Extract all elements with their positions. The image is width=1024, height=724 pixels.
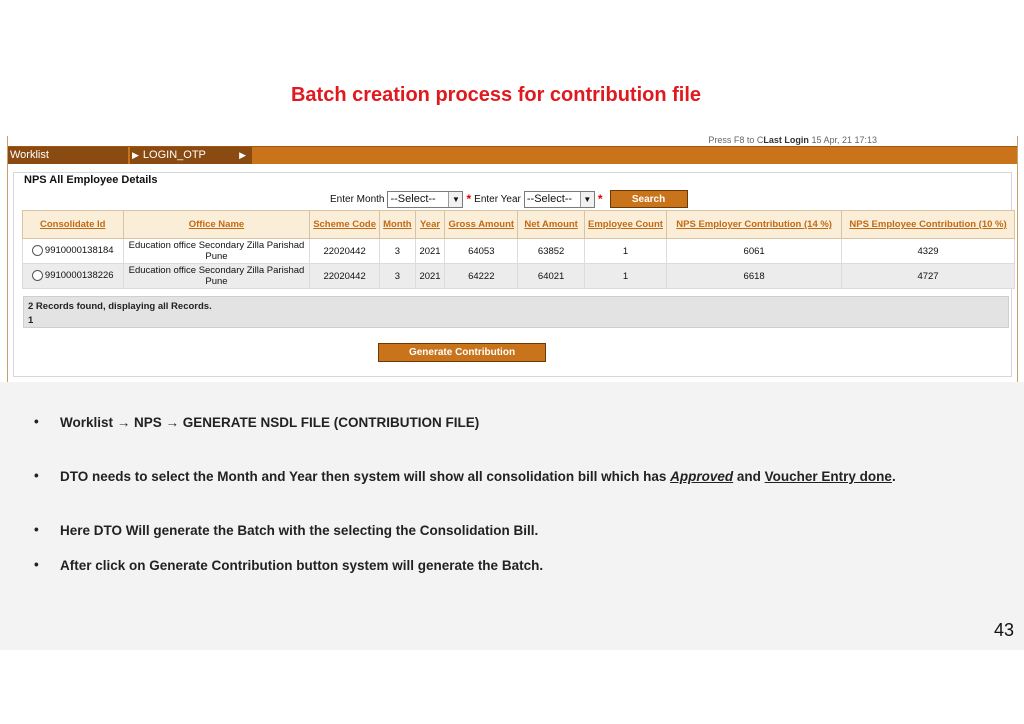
table-header-row: Consolidate Id Office Name Scheme Code M…	[22, 210, 1015, 239]
cell-year: 2021	[414, 263, 446, 289]
bullet-dot: •	[34, 557, 39, 572]
cell-employer-contribution: 6061	[666, 238, 843, 264]
menu-worklist[interactable]: Worklist	[8, 147, 128, 164]
cell-employee-count: 1	[583, 238, 668, 264]
cell-office-name: Education office Secondary Zilla Parisha…	[122, 263, 311, 289]
cell-month: 3	[378, 263, 416, 289]
cell-month: 3	[378, 238, 416, 264]
cell-consolidate-id: 9910000138226	[22, 263, 124, 289]
slide-title: Batch creation process for contribution …	[290, 84, 702, 106]
cell-employer-contribution: 6618	[666, 263, 843, 289]
month-label: Enter Month	[330, 193, 385, 205]
last-login-value: 15 Apr, 21 17:13	[811, 136, 877, 145]
table-row: 9910000138184 Education office Secondary…	[22, 238, 1015, 264]
cell-gross-amount: 64053	[444, 238, 519, 264]
col-month[interactable]: Month	[378, 210, 416, 239]
filter-row: Enter Month --Select-- ▼ * Enter Year --…	[330, 189, 688, 209]
pagination-page[interactable]: 1	[28, 314, 1004, 328]
col-net-amount[interactable]: Net Amount	[517, 210, 585, 239]
menu-login-otp[interactable]: ▶ LOGIN_OTP ▶	[130, 147, 252, 164]
cell-gross-amount: 64222	[444, 263, 519, 289]
cell-consolidate-id: 9910000138184	[22, 238, 124, 264]
nps-details-panel: NPS All Employee Details Enter Month --S…	[13, 172, 1015, 377]
app-screenshot: Press F8 to CLast Login 15 Apr, 21 17:13…	[7, 136, 1018, 382]
col-office-name[interactable]: Office Name	[122, 210, 311, 239]
cell-net-amount: 64021	[517, 263, 585, 289]
cell-scheme-code: 22020442	[309, 263, 380, 289]
bullet-dot: •	[34, 414, 39, 429]
page-number: 43	[993, 620, 1014, 640]
col-year[interactable]: Year	[414, 210, 446, 239]
generate-contribution-button[interactable]: Generate Contribution	[378, 343, 546, 362]
col-employee-contribution[interactable]: NPS Employee Contribution (10 %)	[841, 210, 1015, 239]
menu-login-otp-label: LOGIN_OTP	[142, 149, 206, 161]
col-scheme-code[interactable]: Scheme Code	[309, 210, 380, 239]
employee-table: Consolidate Id Office Name Scheme Code M…	[22, 210, 1015, 289]
row-radio[interactable]	[31, 245, 43, 257]
menu-bar: Worklist ▶ LOGIN_OTP ▶	[8, 146, 1017, 164]
cell-net-amount: 63852	[517, 238, 585, 264]
f8-hint: Press F8 to C	[708, 136, 764, 145]
consolidate-id-value: 9910000138184	[44, 245, 114, 257]
arrow-right-icon: ▶	[239, 150, 246, 160]
bullet-text-part: DTO needs to select the Month and Year t…	[60, 469, 671, 484]
arrow-right-icon: ▶	[132, 150, 139, 160]
search-button[interactable]: Search	[609, 190, 688, 208]
cell-employee-count: 1	[583, 263, 668, 289]
bullet-text: After click on Generate Contribution but…	[60, 558, 544, 573]
year-select-value: --Select--	[526, 193, 573, 205]
cell-office-name: Education office Secondary Zilla Parisha…	[122, 238, 311, 264]
chevron-down-icon: ▼	[579, 191, 594, 207]
col-consolidate-id[interactable]: Consolidate Id	[22, 210, 124, 239]
consolidate-id-value: 9910000138226	[44, 270, 114, 282]
row-radio[interactable]	[31, 270, 43, 282]
bullet-dot: •	[34, 468, 39, 483]
year-label: Enter Year	[474, 193, 521, 205]
panel-title: NPS All Employee Details	[24, 174, 158, 186]
month-select[interactable]: --Select-- ▼	[387, 190, 464, 208]
cell-scheme-code: 22020442	[309, 238, 380, 264]
bullet-text: DTO needs to select the Month and Year t…	[60, 468, 964, 486]
instructions-section: • Worklist → NPS → GENERATE NSDL FILE (C…	[0, 382, 1024, 650]
bullet-dot: •	[34, 522, 39, 537]
records-found-text: 2 Records found, displaying all Records.	[28, 301, 212, 312]
records-summary: 2 Records found, displaying all Records.…	[23, 296, 1009, 328]
last-login-label: Last Login	[763, 136, 809, 145]
table-row: 9910000138226 Education office Secondary…	[22, 263, 1015, 289]
bullet-text-part: .	[891, 469, 896, 484]
bullet-text: Here DTO Will generate the Batch with th…	[60, 523, 539, 538]
year-select[interactable]: --Select-- ▼	[523, 190, 595, 208]
approved-text: Approved	[670, 469, 734, 484]
required-star: *	[466, 192, 472, 206]
required-star: *	[597, 192, 603, 206]
chevron-down-icon: ▼	[448, 191, 463, 207]
col-employer-contribution[interactable]: NPS Employer Contribution (14 %)	[666, 210, 843, 239]
cell-employee-contribution: 4329	[841, 238, 1015, 264]
bullet-text: Worklist → NPS → GENERATE NSDL FILE (CON…	[60, 415, 480, 430]
menu-worklist-label: Worklist	[10, 149, 49, 161]
col-employee-count[interactable]: Employee Count	[583, 210, 668, 239]
col-gross-amount[interactable]: Gross Amount	[444, 210, 519, 239]
voucher-entry-text: Voucher Entry done	[764, 469, 892, 484]
last-login-info: Press F8 to CLast Login 15 Apr, 21 17:13	[708, 136, 877, 145]
month-select-value: --Select--	[390, 193, 436, 205]
bullet-text-part: and	[733, 469, 765, 484]
cell-year: 2021	[414, 238, 446, 264]
cell-employee-contribution: 4727	[841, 263, 1015, 289]
